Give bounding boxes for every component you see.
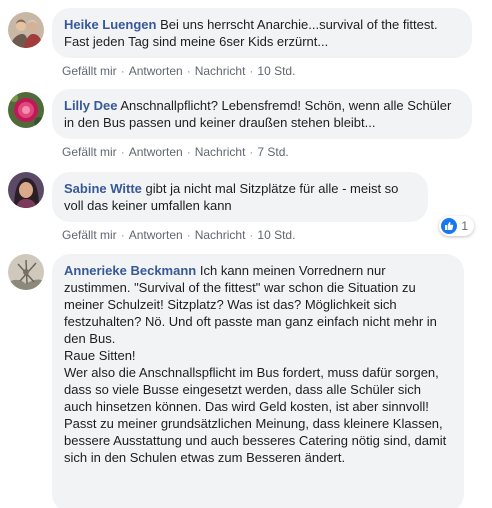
timestamp[interactable]: 10 Std. [257, 64, 295, 78]
like-link[interactable]: Gefällt mir [62, 64, 117, 78]
separator: · [249, 228, 254, 242]
message-link[interactable]: Nachricht [195, 64, 246, 78]
comment-actions: Gefällt mir · Antworten · Nachricht · 7 Std. [62, 144, 289, 160]
comment-text: Passt zu meiner grundsätzlichen Meinung,… [64, 416, 447, 465]
comment-bubble: Lilly Dee Anschnallpflicht? Lebensfremd!… [52, 89, 472, 139]
timestamp[interactable]: 10 Std. [257, 228, 295, 242]
reply-link[interactable]: Antworten [129, 64, 183, 78]
separator: · [186, 145, 191, 159]
like-link[interactable]: Gefällt mir [62, 145, 117, 159]
avatar[interactable] [8, 172, 44, 208]
comment-actions: Gefällt mir · Antworten · Nachricht · 10 Std. [62, 227, 295, 243]
comment-bubble: Sabine Witte gibt ja nicht mal Sitzplätz… [52, 172, 428, 222]
avatar[interactable] [8, 254, 44, 290]
separator: · [120, 64, 125, 78]
comment-actions: Gefällt mir · Antworten · Nachricht · 10 Std. [62, 63, 295, 79]
separator: · [120, 145, 125, 159]
separator: · [249, 64, 254, 78]
comment-text: Raue Sitten! [64, 348, 136, 363]
reply-link[interactable]: Antworten [129, 145, 183, 159]
author-name[interactable]: Sabine Witte [64, 181, 142, 196]
reaction-count: 1 [461, 219, 468, 233]
author-name[interactable]: Lilly Dee [64, 98, 117, 113]
like-icon [441, 218, 458, 234]
avatar[interactable] [8, 92, 44, 128]
comment-bubble: Heike Luengen Bei uns herrscht Anarchie.… [52, 8, 472, 58]
message-link[interactable]: Nachricht [195, 145, 246, 159]
reactions-badge[interactable]: 1 [439, 216, 474, 236]
separator: · [249, 145, 254, 159]
timestamp[interactable]: 7 Std. [257, 145, 288, 159]
separator: · [186, 64, 191, 78]
author-name[interactable]: Annerieke Beckmann [64, 263, 196, 278]
message-link[interactable]: Nachricht [195, 228, 246, 242]
comment-text: Anschnallpflicht? Lebensfremd! Schön, we… [64, 98, 452, 130]
separator: · [120, 228, 125, 242]
comment-bubble: Annerieke Beckmann Ich kann meinen Vorre… [52, 254, 464, 508]
reply-link[interactable]: Antworten [129, 228, 183, 242]
comment-text: Wer also die Anschnallspflicht im Bus fo… [64, 365, 439, 414]
avatar[interactable] [8, 12, 44, 48]
like-link[interactable]: Gefällt mir [62, 228, 117, 242]
author-name[interactable]: Heike Luengen [64, 17, 156, 32]
separator: · [186, 228, 191, 242]
